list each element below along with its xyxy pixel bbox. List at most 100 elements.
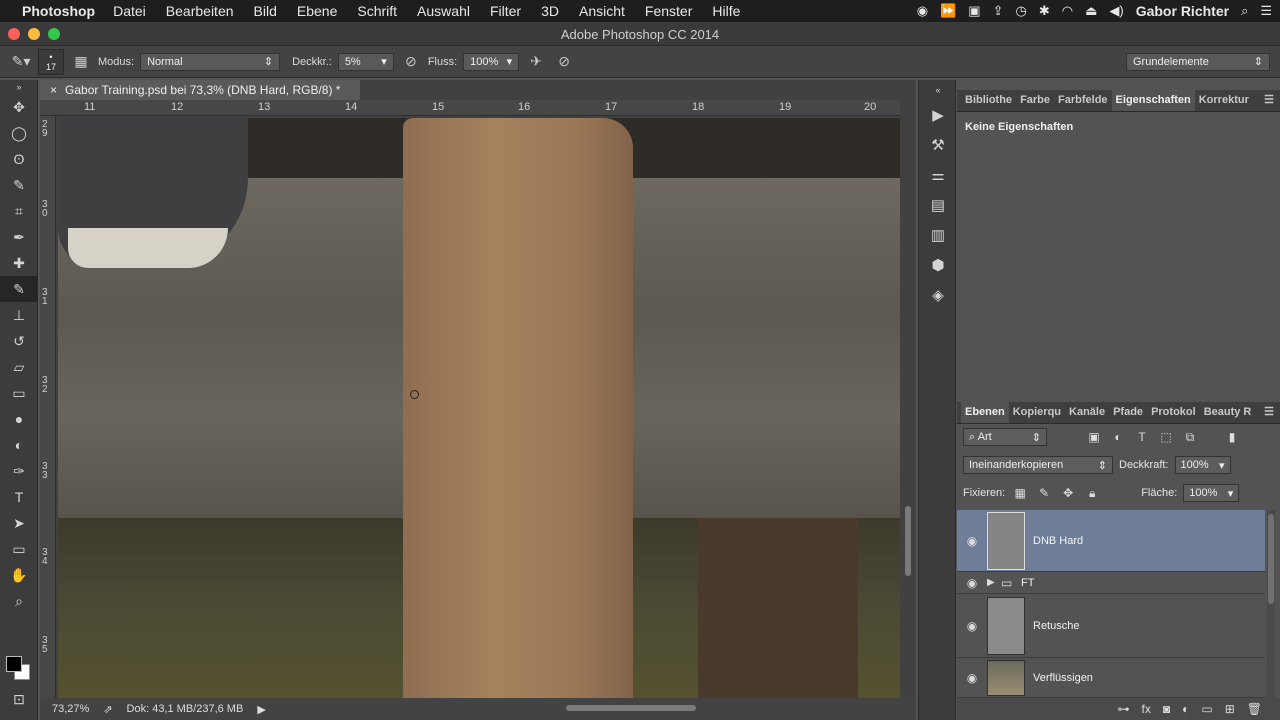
wifi-icon[interactable]: ◠	[1062, 3, 1073, 19]
eyedropper-tool-icon[interactable]: ✒	[0, 224, 38, 250]
record-icon[interactable]: ◉	[917, 3, 928, 19]
visibility-eye-icon[interactable]: ◉	[957, 576, 987, 590]
blend-mode-select[interactable]: Ineinanderkopieren ⇕	[963, 456, 1113, 474]
ruler-vertical[interactable]: 2 9 3 0 3 1 3 2 3 3 3 4 3 5	[40, 116, 56, 698]
panel-menu-icon[interactable]: ☰	[1260, 405, 1280, 423]
layer-group-row[interactable]: ◉ ▶ ▭ FT	[957, 572, 1265, 594]
visibility-eye-icon[interactable]: ◉	[957, 534, 987, 548]
upload-icon[interactable]: ⇪	[993, 3, 1004, 19]
path-selection-tool-icon[interactable]: ➤	[0, 510, 38, 536]
tool-presets-icon[interactable]: ⚒	[919, 130, 957, 160]
time-machine-icon[interactable]: ◷	[1015, 3, 1026, 19]
share-icon[interactable]: ⇗	[103, 703, 112, 716]
visibility-eye-icon[interactable]: ◉	[957, 619, 987, 633]
layer-style-fx-icon[interactable]: fx	[1142, 702, 1151, 716]
quick-mask-icon[interactable]: ⊡	[0, 686, 38, 712]
menu-bearbeiten[interactable]: Bearbeiten	[166, 3, 234, 19]
menu-auswahl[interactable]: Auswahl	[417, 3, 470, 19]
crop-tool-icon[interactable]: ⌗	[0, 198, 38, 224]
healing-brush-tool-icon[interactable]: ✚	[0, 250, 38, 276]
menu-datei[interactable]: Datei	[113, 3, 146, 19]
layer-row[interactable]: ◉ Retusche	[957, 594, 1265, 658]
delete-layer-icon[interactable]: 🗑︎	[1247, 702, 1262, 716]
add-mask-icon[interactable]: ◙	[1163, 702, 1170, 716]
visibility-eye-icon[interactable]: ◉	[957, 671, 987, 685]
layers-scrollbar[interactable]	[1267, 510, 1275, 698]
filter-type-icon[interactable]: T	[1133, 430, 1151, 444]
layer-name[interactable]: DNB Hard	[1033, 535, 1083, 547]
new-group-icon[interactable]: ▭	[1201, 702, 1212, 716]
menu-hilfe[interactable]: Hilfe	[712, 3, 740, 19]
document-tab[interactable]: × Gabor Training.psd bei 73,3% (DNB Hard…	[40, 80, 360, 100]
close-document-icon[interactable]: ×	[50, 83, 57, 97]
menu-3d[interactable]: 3D	[541, 3, 559, 19]
tab-beauty-retouch[interactable]: Beauty R	[1200, 406, 1256, 423]
menu-app-name[interactable]: Photoshop	[22, 3, 95, 19]
menu-bild[interactable]: Bild	[254, 3, 277, 19]
dock-collapse-icon[interactable]: «	[919, 80, 957, 100]
layer-thumbnail[interactable]	[987, 596, 1025, 655]
brush-tool-icon[interactable]: ✎▾	[10, 53, 32, 70]
eject-icon[interactable]: ⏏	[1085, 3, 1097, 19]
lock-transparent-icon[interactable]: ▦	[1011, 486, 1029, 500]
tab-ebenen[interactable]: Ebenen	[961, 402, 1009, 423]
image-canvas[interactable]	[58, 118, 900, 698]
rectangle-tool-icon[interactable]: ▭	[0, 536, 38, 562]
group-expand-arrow-icon[interactable]: ▶	[987, 577, 1001, 588]
3d-panel-icon[interactable]: ⬢	[919, 250, 957, 280]
ruler-horizontal[interactable]: 11 12 13 14 15 16 17 18 19 20	[40, 100, 900, 116]
dodge-tool-icon[interactable]: ◐	[0, 432, 38, 458]
flow-field[interactable]: 100% ▾	[463, 52, 520, 71]
status-menu-arrow-icon[interactable]: ▶	[257, 703, 265, 716]
gradient-tool-icon[interactable]: ▭	[0, 380, 38, 406]
layer-thumbnail[interactable]	[987, 511, 1025, 570]
tab-eigenschaften[interactable]: Eigenschaften	[1111, 90, 1195, 111]
layer-opacity-field[interactable]: 100% ▾	[1174, 456, 1231, 474]
tab-kanaele[interactable]: Kanäle	[1065, 406, 1109, 423]
lock-all-icon[interactable]: 🔒︎	[1083, 486, 1101, 501]
layers-stack-icon[interactable]: ◈	[919, 280, 957, 310]
notification-icon[interactable]: ☰	[1260, 3, 1272, 19]
bluetooth-icon[interactable]: ✱	[1039, 3, 1050, 19]
filter-shape-icon[interactable]: ⬚	[1157, 430, 1175, 444]
brush-panel-toggle-icon[interactable]: ▦	[70, 53, 92, 70]
filter-smart-object-icon[interactable]: ⧉	[1181, 430, 1199, 445]
blur-tool-icon[interactable]: ●	[0, 406, 38, 432]
menu-ansicht[interactable]: Ansicht	[579, 3, 625, 19]
mode-select[interactable]: Normal ⇕	[140, 52, 281, 71]
workspace-select[interactable]: Grundelemente ⇕	[1126, 52, 1270, 71]
layer-row[interactable]: ◉ DNB Hard	[957, 510, 1265, 572]
tab-protokoll[interactable]: Protokol	[1147, 406, 1200, 423]
display-icon[interactable]: ▣	[968, 3, 980, 19]
pressure-size-icon[interactable]: ⊘	[553, 53, 575, 70]
opacity-field[interactable]: 5% ▾	[337, 52, 394, 71]
tab-farbe[interactable]: Farbe	[1016, 94, 1054, 111]
layer-row[interactable]: ◉ Verflüssigen	[957, 658, 1265, 698]
clone-stamp-tool-icon[interactable]: ⊥	[0, 302, 38, 328]
airbrush-icon[interactable]: ✈	[525, 53, 547, 70]
document-size[interactable]: Dok: 43,1 MB/237,6 MB	[127, 703, 244, 715]
brush-preset-picker[interactable]: • 17	[38, 48, 64, 75]
forward-icon[interactable]: ⏩	[940, 3, 956, 19]
move-tool-icon[interactable]: ✥	[0, 94, 38, 120]
tab-bibliotheken[interactable]: Bibliothe	[961, 94, 1016, 111]
menu-ebene[interactable]: Ebene	[297, 3, 337, 19]
lock-pixels-icon[interactable]: ✎	[1035, 486, 1053, 500]
filter-toggle-icon[interactable]: ▮	[1223, 430, 1241, 444]
zoom-level[interactable]: 73,27%	[52, 703, 89, 715]
layer-filter-select[interactable]: ⌕ Art ⇕	[963, 428, 1047, 446]
user-name[interactable]: Gabor Richter	[1136, 3, 1229, 19]
scroll-thumb[interactable]	[905, 506, 911, 576]
layer-name[interactable]: FT	[1021, 577, 1034, 589]
menu-schrift[interactable]: Schrift	[357, 3, 397, 19]
adjustments-sliders-icon[interactable]: ⚌	[919, 160, 957, 190]
type-tool-icon[interactable]: T	[0, 484, 38, 510]
zoom-tool-icon[interactable]: ⌕	[0, 588, 38, 614]
horizontal-scroll-thumb[interactable]	[566, 705, 696, 711]
menu-filter[interactable]: Filter	[490, 3, 521, 19]
paragraph-panel-icon[interactable]: ▥	[919, 220, 957, 250]
panel-menu-icon[interactable]: ☰	[1260, 93, 1280, 111]
eraser-tool-icon[interactable]: ▱	[0, 354, 38, 380]
history-brush-tool-icon[interactable]: ↺	[0, 328, 38, 354]
layer-thumbnail[interactable]	[987, 659, 1025, 696]
